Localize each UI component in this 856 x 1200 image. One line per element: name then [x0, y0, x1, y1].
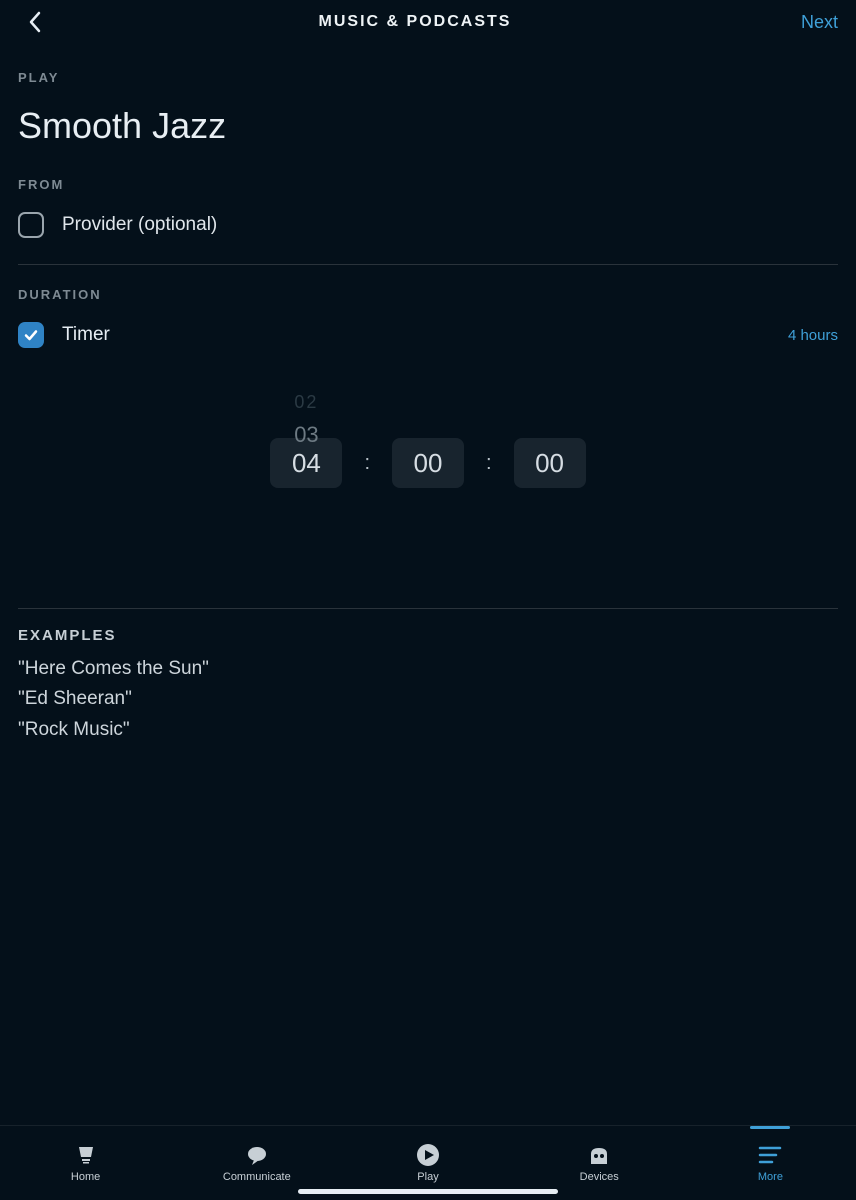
play-icon: [416, 1143, 440, 1167]
play-section-label: PLAY: [18, 70, 838, 85]
next-button[interactable]: Next: [778, 12, 838, 33]
tab-label: More: [758, 1171, 783, 1183]
provider-label: Provider (optional): [62, 214, 217, 236]
time-picker[interactable]: 02 03 04 : 00 : 00: [18, 378, 838, 548]
picker-hours-minus1: 03: [270, 422, 342, 448]
chat-icon: [245, 1143, 269, 1167]
home-icon: [74, 1143, 98, 1167]
tab-label: Home: [71, 1171, 100, 1183]
check-icon: [23, 327, 39, 343]
duration-section-label: DURATION: [18, 287, 838, 302]
tab-label: Devices: [580, 1171, 619, 1183]
example-item: "Ed Sheeran": [18, 684, 838, 714]
tab-home[interactable]: Home: [0, 1126, 171, 1200]
timer-checkbox[interactable]: [18, 322, 44, 348]
play-value[interactable]: Smooth Jazz: [18, 105, 838, 147]
minutes-column[interactable]: 00: [392, 378, 464, 548]
time-separator: :: [486, 452, 492, 475]
divider: [18, 608, 838, 609]
time-separator: :: [364, 452, 370, 475]
from-section-label: FROM: [18, 177, 838, 192]
devices-icon: [587, 1143, 611, 1167]
page-title: MUSIC & PODCASTS: [52, 13, 778, 31]
picker-hours-minus2: 02: [270, 392, 342, 413]
tab-more[interactable]: More: [685, 1126, 856, 1200]
picker-seconds-selected[interactable]: 00: [514, 438, 586, 488]
tab-label: Communicate: [223, 1171, 291, 1183]
timer-value: 4 hours: [788, 327, 838, 344]
chevron-left-icon: [27, 10, 43, 34]
back-button[interactable]: [18, 5, 52, 39]
examples-section-label: EXAMPLES: [18, 627, 838, 644]
hours-column[interactable]: 02 03 04: [270, 378, 342, 548]
seconds-column[interactable]: 00: [514, 378, 586, 548]
picker-minutes-selected[interactable]: 00: [392, 438, 464, 488]
menu-icon: [758, 1143, 782, 1167]
timer-label: Timer: [62, 324, 770, 346]
provider-checkbox[interactable]: [18, 212, 44, 238]
example-item: "Rock Music": [18, 715, 838, 745]
tab-label: Play: [417, 1171, 438, 1183]
example-item: "Here Comes the Sun": [18, 654, 838, 684]
home-indicator[interactable]: [298, 1189, 558, 1194]
active-tab-indicator: [750, 1126, 790, 1129]
